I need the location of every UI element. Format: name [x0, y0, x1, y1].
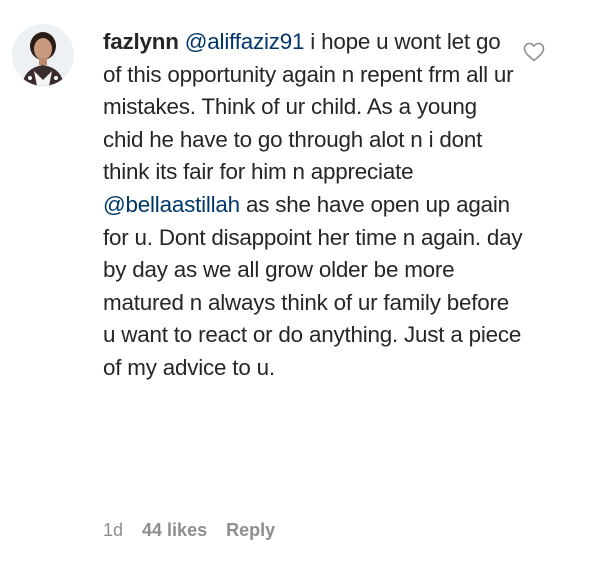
mention-link[interactable]: @bellaastillah	[103, 192, 240, 217]
comment-text: @aliffaziz91 i hope u wont let go of thi…	[103, 29, 523, 380]
mention-link[interactable]: @aliffaziz91	[185, 29, 305, 54]
avatar-image	[12, 24, 74, 86]
comment-timestamp[interactable]: 1d	[103, 520, 123, 541]
comment-username[interactable]: fazlynn	[103, 29, 179, 54]
avatar[interactable]	[12, 24, 74, 86]
comment-meta: 1d 44 likes Reply	[103, 520, 294, 541]
reply-button[interactable]: Reply	[226, 520, 275, 541]
comment-text-segment: as she have open up again for u. Dont di…	[103, 191, 523, 380]
comment-body: fazlynn @aliffaziz91 i hope u wont let g…	[103, 26, 523, 385]
comment-likes-count[interactable]: 44 likes	[142, 520, 207, 541]
heart-outline-icon[interactable]	[522, 40, 546, 64]
